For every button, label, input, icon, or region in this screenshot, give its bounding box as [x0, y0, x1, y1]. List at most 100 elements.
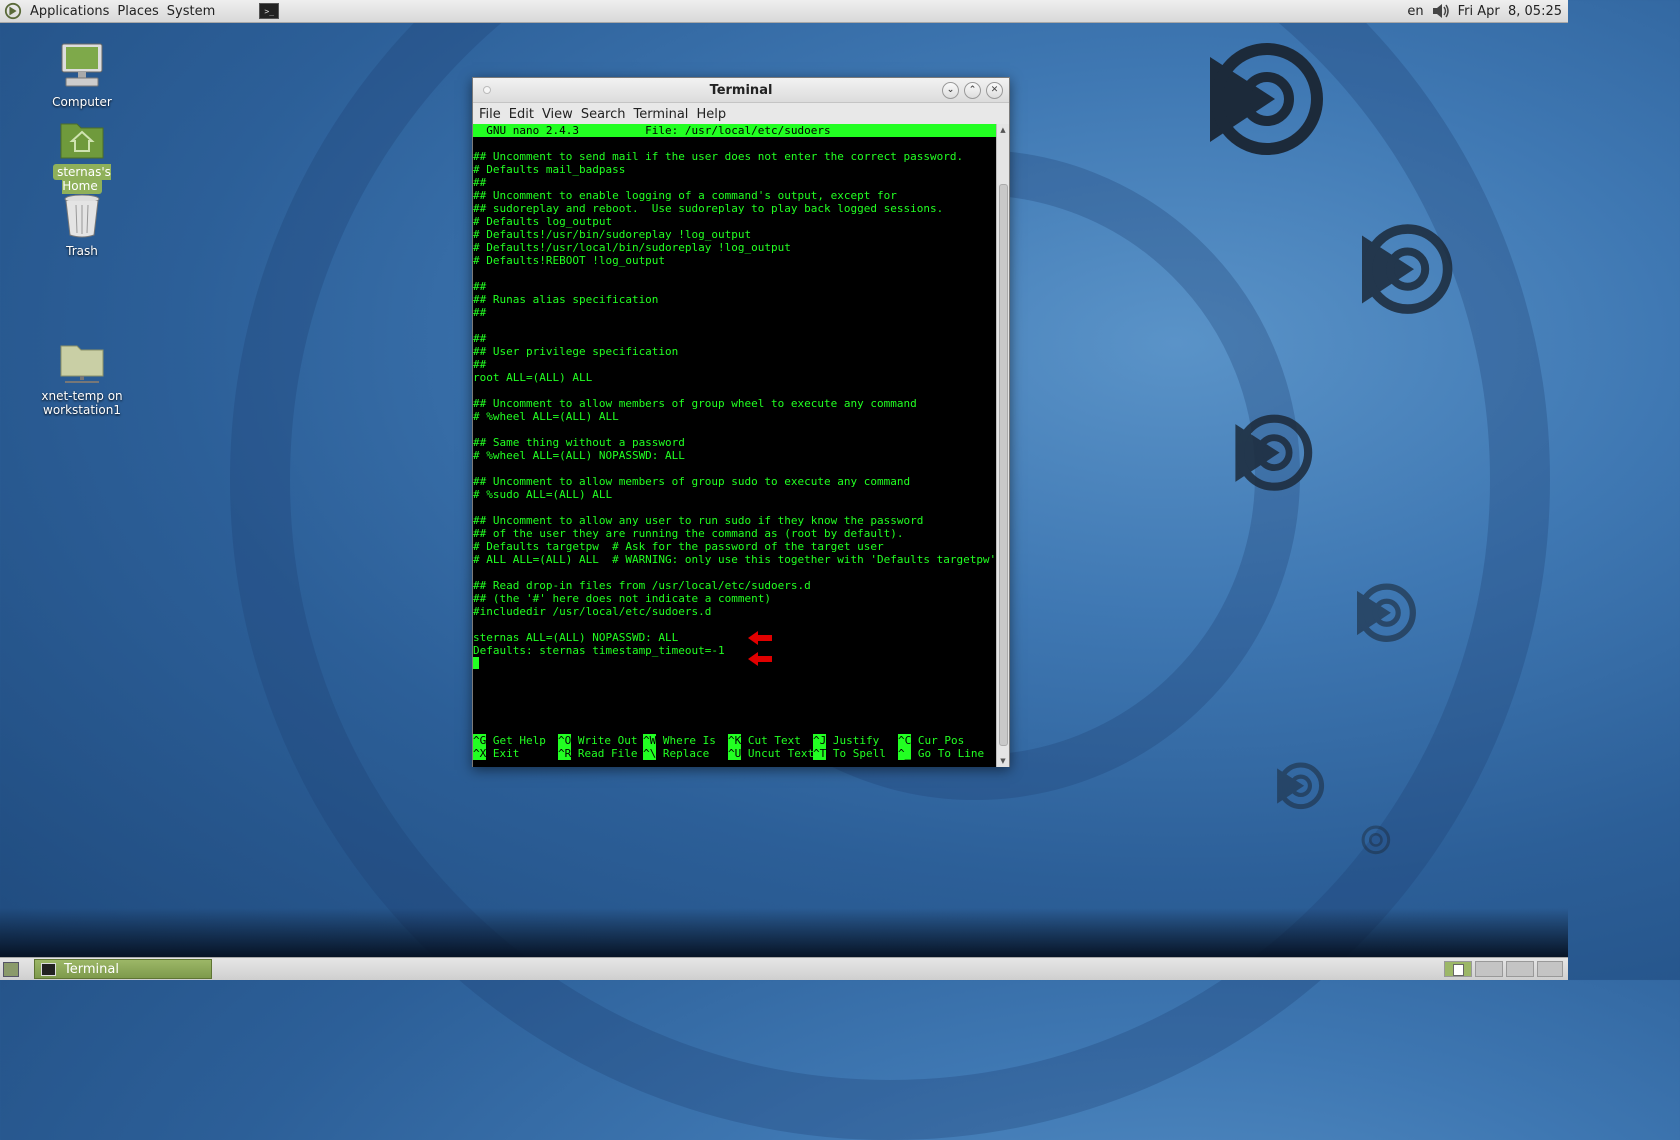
applications-menu[interactable]: Applications [26, 4, 113, 19]
system-menu[interactable]: System [163, 4, 219, 19]
nano-text-line [473, 462, 997, 475]
computer-icon [61, 43, 103, 87]
nano-shortcut: ^T To Spell [813, 747, 898, 760]
top-panel-tray: en Fri Apr 8, 05:25 [1407, 0, 1562, 22]
nano-shortcut: ^C Cur Pos [898, 734, 983, 747]
nano-text-line: ## (the '#' here does not indicate a com… [473, 592, 772, 605]
nano-shortcut: ^J Justify [813, 734, 898, 747]
nano-text-line: ## Uncomment to allow members of group w… [473, 397, 917, 410]
grass-silhouette [0, 908, 1568, 958]
menu-file[interactable]: File [477, 107, 507, 122]
nano-buffer[interactable]: ## Uncomment to send mail if the user do… [473, 137, 997, 657]
terminal-window: Terminal ⌄ ⌃ ✕ File Edit View Search Ter… [472, 77, 1010, 767]
volume-icon[interactable] [1432, 3, 1450, 19]
shortcut-label: Read File [577, 747, 638, 760]
nano-text-line: Defaults: sternas timestamp_timeout=-1 [473, 644, 725, 657]
places-menu[interactable]: Places [113, 4, 162, 19]
shortcut-key: ^G [473, 734, 487, 747]
window-titlebar[interactable]: Terminal ⌄ ⌃ ✕ [473, 78, 1009, 103]
nano-text-line: ## [473, 358, 487, 371]
nano-text-line: ## of the user they are running the comm… [473, 527, 904, 540]
home-folder-icon [60, 123, 104, 159]
workspace-2[interactable] [1475, 961, 1503, 977]
shortcut-key: ^T [813, 747, 827, 760]
shortcut-key: ^R [558, 747, 572, 760]
nano-shortcut: ^\ Replace [643, 747, 728, 760]
shortcut-label: Replace [662, 747, 710, 760]
nano-shortcut: ^K Cut Text [728, 734, 813, 747]
nano-text-line: ## Uncomment to enable logging of a comm… [473, 189, 897, 202]
nano-shortcut: ^O Write Out [558, 734, 643, 747]
clock[interactable]: Fri Apr 8, 05:25 [1458, 4, 1562, 19]
nano-text-line: ## sudoreplay and reboot. Use sudoreplay… [473, 202, 944, 215]
nano-text-line: root ALL=(ALL) ALL [473, 371, 593, 384]
nano-text-line: # Defaults!/usr/local/bin/sudoreplay !lo… [473, 241, 791, 254]
nano-text-line: ## [473, 176, 487, 189]
red-arrow-icon [748, 652, 772, 666]
workspace-1[interactable] [1444, 961, 1472, 977]
menu-edit[interactable]: Edit [507, 107, 540, 122]
shortcut-row: ^G Get Help ^O Write Out ^W Where Is ^K Cut… [473, 734, 997, 747]
keyboard-layout-indicator[interactable]: en [1407, 4, 1423, 19]
desktop-icon-home[interactable]: sternas's Home [32, 118, 132, 194]
distro-logo-icon[interactable] [4, 2, 22, 20]
shortcut-key: ^O [558, 734, 572, 747]
wallpaper-logo-icon [1357, 583, 1416, 642]
scrollbar-thumb[interactable] [999, 184, 1008, 746]
minimize-button[interactable]: ⌄ [942, 82, 959, 99]
nano-text-line: ## Runas alias specification [473, 293, 659, 306]
menu-terminal[interactable]: Terminal [631, 107, 694, 122]
workspace-4[interactable] [1537, 961, 1563, 977]
shortcut-key: ^X [473, 747, 487, 760]
nano-text-line: ## Uncomment to allow members of group s… [473, 475, 911, 488]
window-menubar: File Edit View Search Terminal Help [473, 103, 1009, 125]
wallpaper-logo-icon [1235, 414, 1313, 491]
cursor-line [473, 657, 997, 670]
menu-help[interactable]: Help [694, 107, 732, 122]
nano-text-line: # %wheel ALL=(ALL) ALL [473, 410, 619, 423]
terminal-content[interactable]: GNU nano 2.4.3 File: /usr/local/etc/sudo… [473, 124, 997, 767]
nano-shortcut: ^R Read File [558, 747, 643, 760]
wallpaper-logo-icon [1210, 43, 1323, 155]
desktop-icon-trash[interactable]: Trash [32, 193, 132, 258]
shortcut-label: Get Help [492, 734, 546, 747]
nano-text-line [473, 137, 997, 150]
maximize-button[interactable]: ⌃ [964, 82, 981, 99]
network-folder-icon [60, 345, 104, 383]
nano-text-line: ## [473, 306, 487, 319]
menu-search[interactable]: Search [579, 107, 632, 122]
terminal-scrollbar[interactable]: ▲ ▼ [996, 124, 1009, 767]
nano-text-line: # Defaults targetpw # Ask for the passwo… [473, 540, 884, 553]
terminal-launcher-icon[interactable]: >_ [259, 3, 280, 19]
nano-text-line: # Defaults mail_badpass [473, 163, 626, 176]
scroll-down-icon[interactable]: ▼ [997, 757, 1009, 765]
desktop-icon-computer[interactable]: Computer [32, 42, 132, 109]
shortcut-label: Cut Text [747, 734, 801, 747]
nano-text-line: #includedir /usr/local/etc/sudoers.d [473, 605, 712, 618]
terminal-icon [41, 962, 56, 976]
shortcut-label: Justify [832, 734, 880, 747]
trash-icon [64, 194, 100, 238]
shortcut-row: ^X Exit ^R Read File ^\ Replace ^U Uncut Te… [473, 747, 997, 760]
nano-text-line [473, 566, 997, 579]
taskbar-item-terminal[interactable]: Terminal [34, 959, 212, 979]
scroll-up-icon[interactable]: ▲ [997, 126, 1009, 134]
taskbar-item-label: Terminal [64, 961, 119, 977]
nano-text-line: ## Uncomment to allow any user to run su… [473, 514, 924, 527]
shortcut-label: Uncut Text [747, 747, 815, 760]
nano-text-line: # Defaults!/usr/bin/sudoreplay !log_outp… [473, 228, 752, 241]
shortcut-key: ^\ [643, 747, 657, 760]
show-desktop-icon[interactable] [3, 962, 19, 977]
desktop-icon-label: Trash [66, 244, 98, 258]
window-menu-dot-icon[interactable] [483, 86, 491, 94]
shortcut-label: Cur Pos [917, 734, 965, 747]
nano-text-line [473, 423, 997, 436]
desktop-icon-network-share[interactable]: xnet-temp on workstation1 [32, 340, 132, 417]
menu-view[interactable]: View [540, 107, 579, 122]
close-button[interactable]: ✕ [986, 82, 1003, 99]
workspace-3[interactable] [1506, 961, 1534, 977]
nano-shortcut: ^W Where Is [643, 734, 728, 747]
desktop-icon-label: xnet-temp on workstation1 [41, 389, 123, 417]
nano-shortcut: ^X Exit [473, 747, 558, 760]
wallpaper-logo-icon [1362, 224, 1453, 314]
